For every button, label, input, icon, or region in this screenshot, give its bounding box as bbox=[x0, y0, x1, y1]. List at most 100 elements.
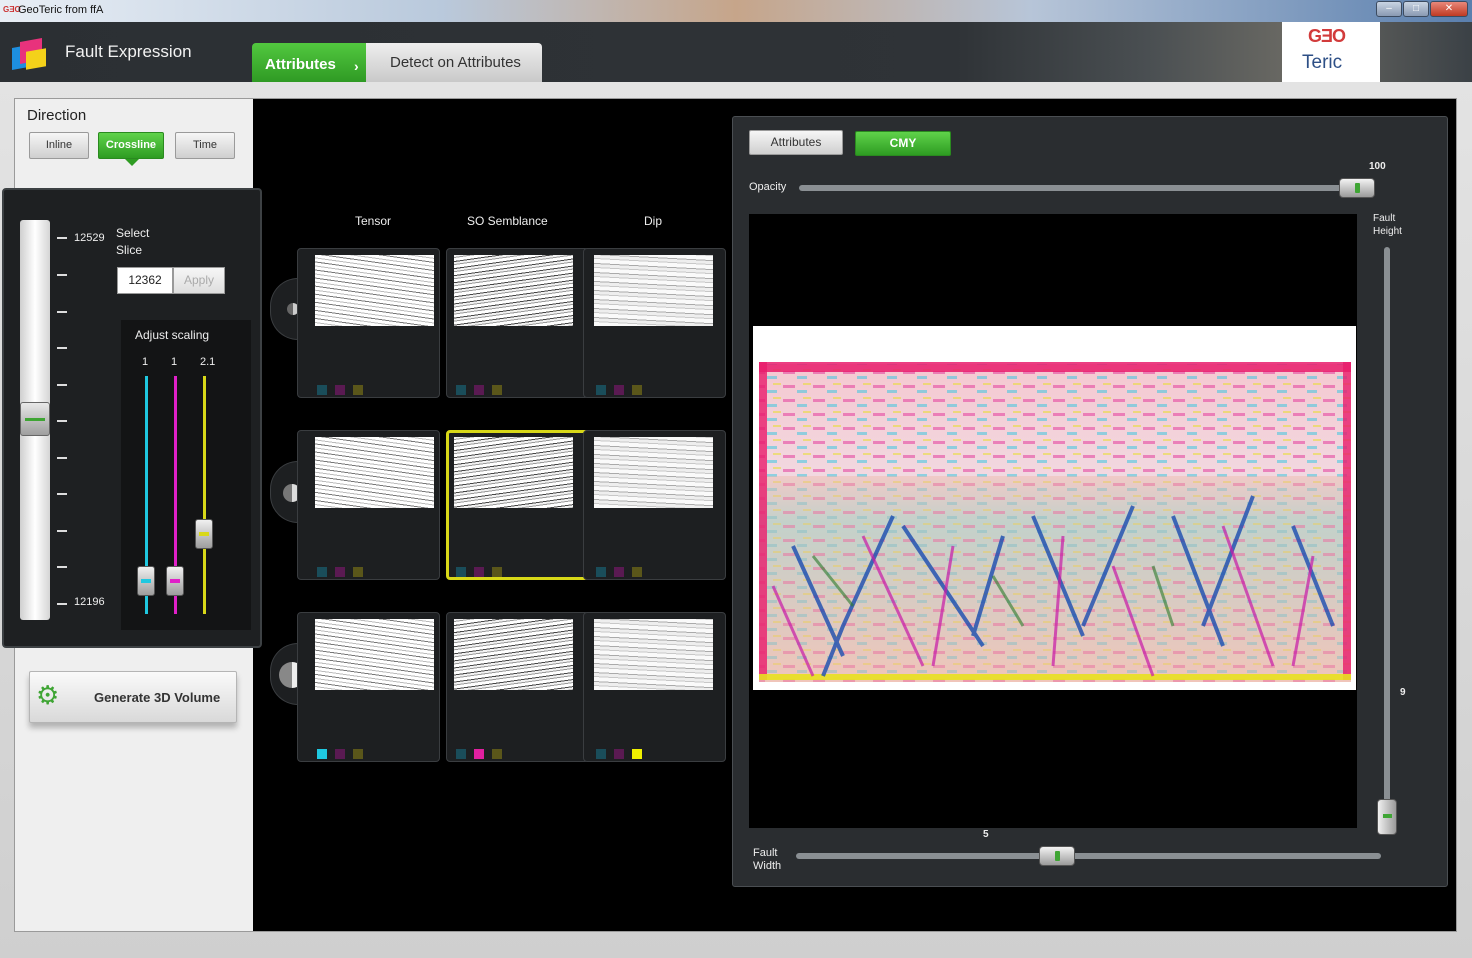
fault-height-slider-handle[interactable] bbox=[1377, 799, 1397, 836]
time-button[interactable]: Time bbox=[175, 132, 235, 159]
gears-icon: ⚙ bbox=[36, 680, 60, 710]
magenta-channel-toggle[interactable] bbox=[474, 567, 484, 577]
fault-width-slider[interactable] bbox=[796, 853, 1381, 859]
opacity-label: Opacity bbox=[749, 181, 787, 193]
dip-preview-image bbox=[594, 437, 713, 508]
tensor-preview-image bbox=[315, 619, 434, 690]
magenta-channel-toggle[interactable] bbox=[335, 749, 345, 759]
yellow-channel-toggle[interactable] bbox=[353, 567, 363, 577]
cyan-channel-toggle[interactable] bbox=[456, 749, 466, 759]
magenta-channel-toggle[interactable] bbox=[614, 385, 624, 395]
magenta-channel-toggle[interactable] bbox=[335, 567, 345, 577]
yellow-channel-toggle[interactable] bbox=[492, 749, 502, 759]
cmy-view-button[interactable]: CMY bbox=[855, 131, 951, 156]
slice-slider-track[interactable] bbox=[20, 220, 50, 620]
tab-detect-on-attributes[interactable]: Detect on Attributes bbox=[366, 43, 542, 82]
app-title: Fault Expression bbox=[65, 42, 192, 61]
thumbnail-dip-row3[interactable] bbox=[583, 612, 726, 762]
cyan-channel-toggle[interactable] bbox=[317, 567, 327, 577]
app-logo-icon bbox=[12, 36, 48, 70]
maximize-button[interactable]: □ bbox=[1403, 1, 1429, 17]
so-semblance-preview-image bbox=[454, 619, 573, 690]
scaling-value-1: 1 bbox=[142, 356, 149, 368]
yellow-channel-toggle[interactable] bbox=[492, 567, 502, 577]
cyan-channel-toggle-active[interactable] bbox=[317, 749, 327, 759]
scaling-slider-handle-2[interactable] bbox=[166, 566, 184, 597]
tensor-preview-image bbox=[315, 255, 434, 326]
thumbnail-dip-row2[interactable] bbox=[583, 430, 726, 580]
generate-3d-volume-button[interactable]: ⚙ Generate 3D Volume bbox=[29, 671, 237, 723]
slice-min-label: 12196 bbox=[74, 596, 105, 608]
yellow-channel-toggle[interactable] bbox=[353, 385, 363, 395]
scaling-slider-handle-1[interactable] bbox=[137, 566, 155, 597]
fault-height-label: Fault bbox=[1373, 213, 1396, 224]
chevron-right-icon: › bbox=[354, 58, 359, 74]
geoteric-logo: GƎO Teric bbox=[1282, 22, 1380, 82]
cyan-channel-toggle[interactable] bbox=[456, 567, 466, 577]
tab-attributes[interactable]: Attributes › bbox=[252, 43, 370, 82]
fault-width-label: Fault bbox=[753, 847, 778, 859]
close-button[interactable]: ✕ bbox=[1430, 1, 1468, 17]
thumbnail-so-semblance-row1[interactable] bbox=[446, 248, 589, 398]
dip-preview-image bbox=[594, 255, 713, 326]
inline-button[interactable]: Inline bbox=[29, 132, 89, 159]
thumbnail-tensor-row3[interactable] bbox=[297, 612, 440, 762]
slice-max-label: 12529 bbox=[74, 232, 105, 244]
fault-width-slider-handle[interactable] bbox=[1039, 846, 1076, 866]
slice-selector-panel: 12529 12196 Select Slice 12362 Apply Adj… bbox=[2, 188, 262, 648]
crossline-button[interactable]: Crossline bbox=[98, 132, 164, 159]
adjust-scaling-heading: Adjust scaling bbox=[135, 328, 210, 342]
cyan-channel-toggle[interactable] bbox=[596, 385, 606, 395]
thumbnail-tensor-row1[interactable] bbox=[297, 248, 440, 398]
cmy-viewport[interactable] bbox=[749, 214, 1357, 828]
magenta-channel-toggle[interactable] bbox=[335, 385, 345, 395]
magenta-channel-toggle[interactable] bbox=[614, 567, 624, 577]
selected-indicator-icon bbox=[125, 159, 139, 166]
scaling-value-3: 2.1 bbox=[200, 356, 216, 368]
so-semblance-preview-image bbox=[454, 255, 573, 326]
fault-width-value: 5 bbox=[983, 829, 989, 840]
fault-height-slider[interactable] bbox=[1384, 247, 1390, 819]
app-header: Fault Expression Attributes › Detect on … bbox=[0, 22, 1472, 82]
thumbnail-tensor-row2[interactable] bbox=[297, 430, 440, 580]
column-header-dip: Dip bbox=[644, 214, 663, 228]
column-header-so-semblance: SO Semblance bbox=[467, 214, 548, 228]
cyan-channel-toggle[interactable] bbox=[317, 385, 327, 395]
dip-preview-image bbox=[594, 619, 713, 690]
cyan-channel-toggle[interactable] bbox=[456, 385, 466, 395]
yellow-channel-toggle[interactable] bbox=[492, 385, 502, 395]
yellow-channel-toggle[interactable] bbox=[632, 567, 642, 577]
scaling-slider-handle-3[interactable] bbox=[195, 518, 213, 549]
thumbnail-so-semblance-row3[interactable] bbox=[446, 612, 589, 762]
attributes-view-button[interactable]: Attributes bbox=[749, 130, 843, 155]
opacity-slider[interactable] bbox=[799, 185, 1375, 191]
window-title: GeoTeric from ffA bbox=[18, 4, 104, 16]
opacity-value: 100 bbox=[1369, 161, 1386, 172]
magenta-channel-toggle[interactable] bbox=[614, 749, 624, 759]
magenta-channel-toggle[interactable] bbox=[474, 385, 484, 395]
scaling-slider-track-3[interactable] bbox=[203, 376, 206, 614]
thumbnail-so-semblance-row2-selected[interactable] bbox=[446, 430, 589, 580]
slice-slider-handle[interactable] bbox=[20, 402, 50, 436]
yellow-channel-toggle[interactable] bbox=[353, 749, 363, 759]
magenta-channel-toggle-active[interactable] bbox=[474, 749, 484, 759]
yellow-channel-toggle-active[interactable] bbox=[632, 749, 642, 759]
select-slice-label: Select bbox=[116, 226, 150, 240]
so-semblance-preview-image bbox=[454, 437, 573, 508]
yellow-channel-toggle[interactable] bbox=[632, 385, 642, 395]
column-header-tensor: Tensor bbox=[355, 214, 392, 228]
minimize-button[interactable]: – bbox=[1376, 1, 1402, 17]
cmy-blend-image bbox=[753, 326, 1356, 690]
direction-heading: Direction bbox=[27, 107, 87, 124]
fault-height-value: 9 bbox=[1400, 687, 1406, 698]
cmy-panel: Attributes CMY Opacity 100 Fault Height … bbox=[732, 116, 1448, 887]
cyan-channel-toggle[interactable] bbox=[596, 749, 606, 759]
slice-value-input[interactable]: 12362 bbox=[117, 267, 173, 294]
apply-button[interactable]: Apply bbox=[173, 267, 225, 294]
cyan-channel-toggle[interactable] bbox=[596, 567, 606, 577]
window-titlebar: GƎO GeoTeric from ffA – □ ✕ bbox=[0, 0, 1472, 22]
thumbnail-dip-row1[interactable] bbox=[583, 248, 726, 398]
scaling-value-2: 1 bbox=[171, 356, 178, 368]
tensor-preview-image bbox=[315, 437, 434, 508]
opacity-slider-handle[interactable] bbox=[1339, 178, 1375, 198]
